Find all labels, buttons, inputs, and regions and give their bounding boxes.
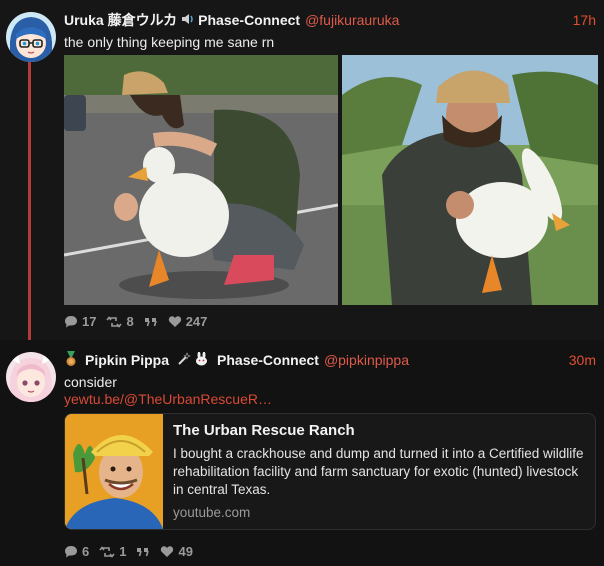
speaker-icon [181, 13, 195, 28]
post-header: Uruka 藤倉ウルカ Phase-Connect @fujikurauruka… [64, 10, 596, 30]
handle[interactable]: @fujikurauruka [305, 12, 399, 28]
post-uruka: Uruka 藤倉ウルカ Phase-Connect @fujikurauruka… [0, 0, 604, 344]
reply-count: 6 [82, 544, 90, 559]
post-text: the only thing keeping me sane rn [64, 34, 275, 50]
quote-button[interactable] [136, 547, 150, 557]
wand-icon [177, 351, 191, 369]
repost-icon [99, 545, 115, 558]
card-thumbnail [65, 414, 163, 529]
repost-icon [106, 315, 123, 328]
display-name[interactable]: Pipkin Pippa [85, 352, 169, 368]
reply-button[interactable]: 17 [64, 314, 96, 329]
card-title: The Urban Rescue Ranch [173, 422, 355, 439]
affiliation: Phase-Connect [217, 352, 319, 368]
display-name[interactable]: Uruka 藤倉ウルカ [64, 10, 177, 30]
reply-button[interactable]: 6 [64, 544, 89, 559]
like-icon [160, 545, 174, 558]
post-link[interactable]: yewtu.be/@TheUrbanRescueR… [64, 391, 272, 407]
avatar-uruka[interactable] [6, 12, 56, 62]
card-description: I bought a crackhouse and dump and turne… [173, 446, 584, 497]
post-actions: 17 8 247 [64, 314, 207, 329]
post-header: Pipkin Pippa Phase-Connect @pipkinpippa … [64, 350, 596, 370]
like-count: 247 [185, 314, 208, 329]
repost-button[interactable]: 1 [99, 544, 126, 559]
like-button[interactable]: 247 [168, 314, 208, 329]
card-body: The Urban Rescue Ranch I bought a crackh… [163, 414, 595, 529]
medal-icon [64, 350, 78, 370]
timestamp[interactable]: 17h [573, 12, 596, 28]
post-actions: 6 1 49 [64, 544, 193, 559]
repost-count: 1 [119, 544, 127, 559]
reply-count: 17 [82, 314, 97, 329]
rabbit-icon [194, 351, 210, 369]
card-domain: youtube.com [173, 505, 251, 520]
image-duck-hug[interactable] [64, 55, 338, 305]
affiliation: Phase-Connect [198, 12, 301, 28]
thread-line [28, 62, 31, 344]
repost-count: 8 [126, 314, 134, 329]
handle[interactable]: @pipkinpippa [324, 352, 409, 368]
post-text: consider [64, 374, 117, 390]
like-icon [168, 315, 182, 328]
quote-button[interactable] [144, 317, 158, 327]
avatar-pippa[interactable] [6, 352, 56, 402]
repost-button[interactable]: 8 [106, 314, 134, 329]
reply-icon [64, 315, 78, 328]
quote-icon [136, 547, 150, 557]
quote-icon [144, 317, 158, 327]
timestamp[interactable]: 30m [569, 352, 596, 368]
image-duck-hold[interactable] [342, 55, 598, 305]
like-count: 49 [178, 544, 193, 559]
like-button[interactable]: 49 [160, 544, 193, 559]
reply-icon [64, 545, 78, 558]
link-preview-card[interactable]: The Urban Rescue Ranch I bought a crackh… [64, 413, 596, 530]
